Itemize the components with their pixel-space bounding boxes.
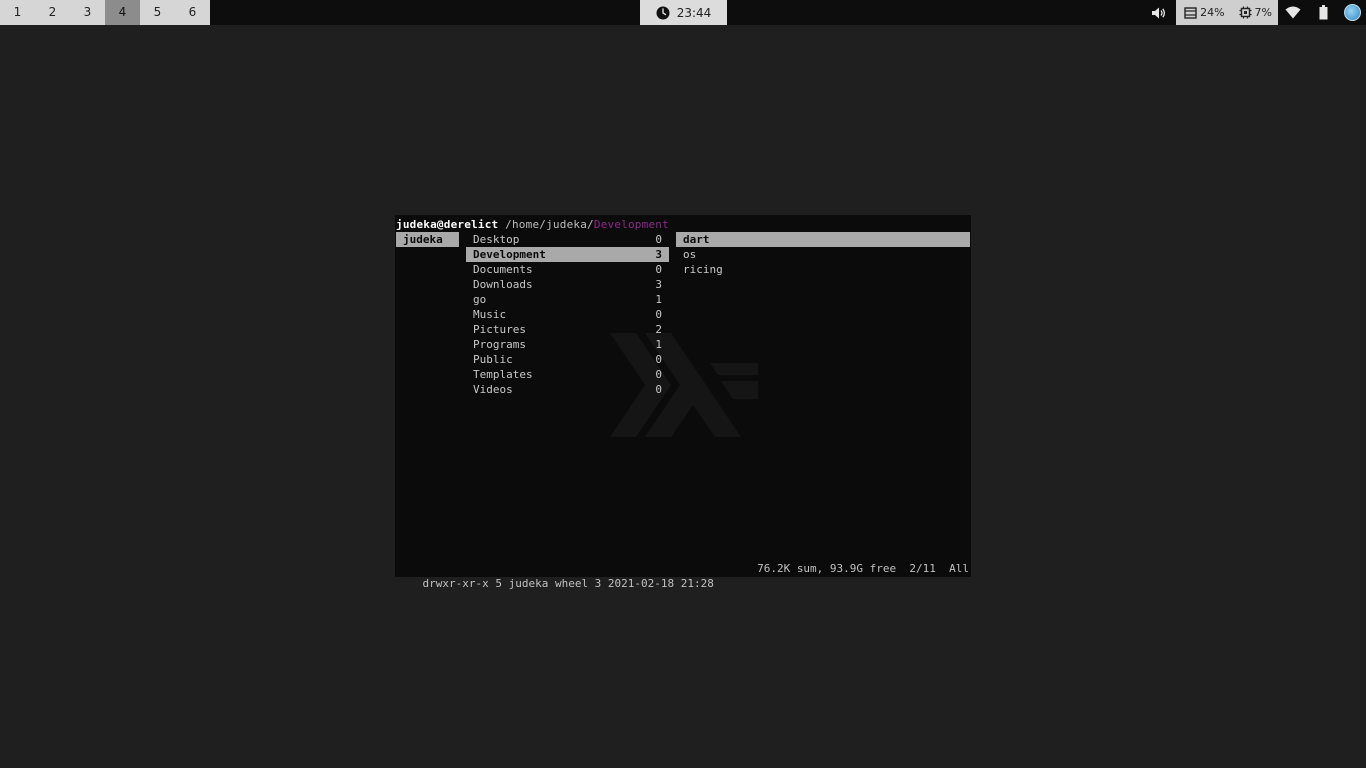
memory-value: 24%: [1200, 6, 1225, 19]
dir-name: Pictures: [473, 323, 526, 336]
clock-widget[interactable]: 23:44: [640, 0, 727, 25]
memory-icon: [1184, 6, 1197, 19]
battery-icon: [1319, 5, 1327, 20]
dir-count: 0: [655, 308, 662, 321]
workspace-5[interactable]: 5: [140, 0, 175, 25]
dir-name: Documents: [473, 263, 533, 276]
parent-dir-item[interactable]: judeka: [396, 232, 459, 247]
preview-item-ricing[interactable]: ricing: [676, 262, 970, 277]
dir-count: 0: [655, 353, 662, 366]
dir-name: Videos: [473, 383, 513, 396]
clock-icon: [656, 6, 670, 19]
dir-name: Development: [473, 248, 546, 261]
dir-name: Desktop: [473, 233, 520, 246]
dir-item-music[interactable]: Music 0: [466, 307, 669, 322]
dir-name: Templates: [473, 368, 533, 381]
dir-item-templates[interactable]: Templates 0: [466, 367, 669, 382]
dir-count: 0: [655, 233, 662, 246]
dir-item-pictures[interactable]: Pictures 2: [466, 322, 669, 337]
dir-item-go[interactable]: go 1: [466, 292, 669, 307]
dir-name: Downloads: [473, 278, 533, 291]
file-info: drwxr-xr-x 5 judeka wheel 3 2021-02-18 2…: [422, 577, 714, 590]
battery-button[interactable]: [1308, 0, 1338, 25]
dir-count: 0: [655, 368, 662, 381]
dir-item-downloads[interactable]: Downloads 3: [466, 277, 669, 292]
resource-stats: 24% 7%: [1176, 0, 1278, 25]
ranger-title: judeka@derelict /home/judeka/Development: [396, 217, 669, 232]
dir-name: Music: [473, 308, 507, 321]
dir-name: Programs: [473, 338, 526, 351]
dir-count: 2: [655, 323, 662, 336]
dir-count: 1: [655, 338, 662, 351]
dir-item-documents[interactable]: Documents 0: [466, 262, 669, 277]
dir-item-desktop[interactable]: Desktop 0: [466, 232, 669, 247]
status-bar: drwxr-xr-x 5 judeka wheel 3 2021-02-18 2…: [396, 561, 970, 590]
dir-count: 0: [655, 263, 662, 276]
workspace-4[interactable]: 4: [105, 0, 140, 25]
dir-item-videos[interactable]: Videos 0: [466, 382, 669, 397]
dir-count: 3: [655, 248, 662, 261]
dir-name: Public: [473, 353, 513, 366]
wifi-icon: [1285, 6, 1301, 19]
dir-item-development[interactable]: Development 3: [466, 247, 669, 262]
workspace-1[interactable]: 1: [0, 0, 35, 25]
workspace-3[interactable]: 3: [70, 0, 105, 25]
cpu-icon: [1239, 6, 1252, 19]
top-bar: 1 2 3 4 5 6 23:44 24% 7%: [0, 0, 1366, 25]
disk-summary: 76.2K sum, 93.9G free 2/11 All: [757, 562, 969, 575]
volume-icon: [1151, 7, 1165, 18]
dir-count: 0: [655, 383, 662, 396]
workspace-6[interactable]: 6: [175, 0, 210, 25]
dir-item-programs[interactable]: Programs 1: [466, 337, 669, 352]
user-menu[interactable]: [1338, 0, 1366, 25]
workspace-switcher: 1 2 3 4 5 6: [0, 0, 210, 25]
volume-button[interactable]: [1140, 0, 1176, 25]
dir-count: 1: [655, 293, 662, 306]
path-current: Development: [593, 218, 669, 231]
preview-item-os[interactable]: os: [676, 247, 970, 262]
clock-time: 23:44: [676, 5, 712, 20]
avatar-icon: [1343, 4, 1361, 21]
cpu-stat[interactable]: 7%: [1239, 6, 1272, 19]
dir-count: 3: [655, 278, 662, 291]
dir-name: go: [473, 293, 487, 306]
dir-item-public[interactable]: Public 0: [466, 352, 669, 367]
workspace-2[interactable]: 2: [35, 0, 70, 25]
preview-item-dart[interactable]: dart: [676, 232, 970, 247]
system-tray: 24% 7%: [1140, 0, 1366, 25]
terminal-window[interactable]: judeka@derelict /home/judeka/Development…: [395, 215, 971, 590]
cpu-value: 7%: [1254, 6, 1272, 19]
path-prefix: /home/judeka/: [498, 218, 594, 231]
user-host: judeka@derelict: [396, 218, 499, 231]
wifi-button[interactable]: [1278, 0, 1308, 25]
memory-stat[interactable]: 24%: [1184, 6, 1225, 19]
